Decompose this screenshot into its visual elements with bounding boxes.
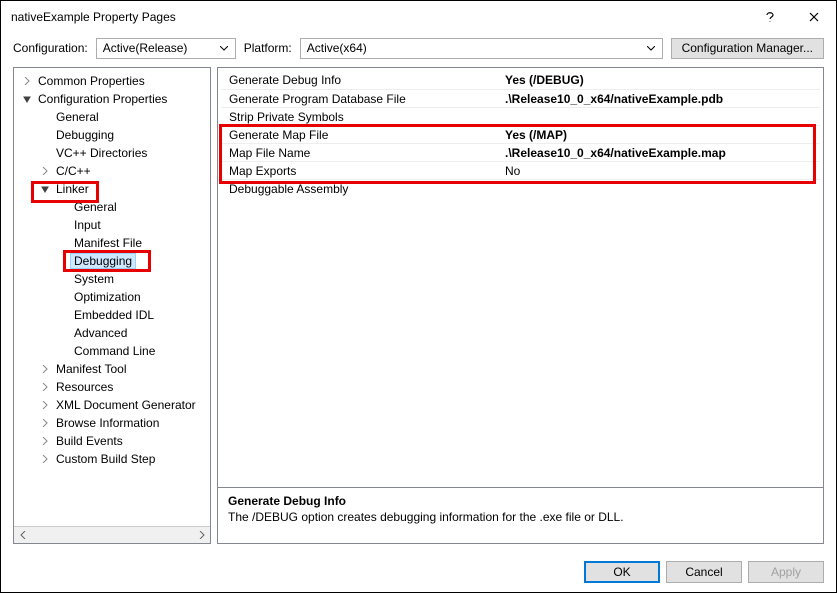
dialog-button-row: OK Cancel Apply	[1, 552, 836, 592]
tree-item-xml-doc-gen[interactable]: XML Document Generator	[14, 396, 210, 414]
tree-item-linker-system[interactable]: System	[14, 270, 210, 288]
scroll-left-icon[interactable]	[14, 527, 31, 544]
tree-panel: Common Properties Configuration Properti…	[13, 67, 211, 544]
property-row[interactable]: Generate Program Database File.\Release1…	[221, 89, 820, 107]
tree-item-build-events[interactable]: Build Events	[14, 432, 210, 450]
property-tree[interactable]: Common Properties Configuration Properti…	[14, 68, 210, 526]
tree-item-custom-build-step[interactable]: Custom Build Step	[14, 450, 210, 468]
chevron-right-icon	[20, 77, 34, 85]
chevron-right-icon	[38, 437, 52, 445]
property-row[interactable]: Debuggable Assembly	[221, 179, 820, 197]
description-title: Generate Debug Info	[228, 494, 813, 508]
tree-item-browse-information[interactable]: Browse Information	[14, 414, 210, 432]
cancel-button[interactable]: Cancel	[666, 561, 742, 583]
property-row[interactable]: Generate Map FileYes (/MAP)	[221, 125, 820, 143]
property-panel: Generate Debug InfoYes (/DEBUG) Generate…	[217, 67, 824, 544]
configuration-bar: Configuration: Active(Release) Platform:…	[1, 33, 836, 63]
tree-item-configuration-properties[interactable]: Configuration Properties	[14, 90, 210, 108]
description-text: The /DEBUG option creates debugging info…	[228, 510, 813, 524]
main-area: Common Properties Configuration Properti…	[1, 63, 836, 552]
tree-item-linker-debugging[interactable]: Debugging	[14, 252, 210, 270]
tree-item-linker-general[interactable]: General	[14, 198, 210, 216]
property-label: Map File Name	[221, 146, 501, 160]
property-label: Generate Map File	[221, 128, 501, 142]
tree-item-linker-cmdline[interactable]: Command Line	[14, 342, 210, 360]
tree-item-linker-embeddedidl[interactable]: Embedded IDL	[14, 306, 210, 324]
property-pages-dialog: nativeExample Property Pages Configurati…	[0, 0, 837, 593]
property-value[interactable]: Yes (/DEBUG)	[501, 73, 820, 87]
platform-combo[interactable]: Active(x64)	[300, 38, 663, 59]
property-label: Generate Debug Info	[221, 73, 501, 87]
chevron-right-icon	[38, 419, 52, 427]
tree-item-linker-optimization[interactable]: Optimization	[14, 288, 210, 306]
chevron-right-icon	[38, 365, 52, 373]
tree-item-resources[interactable]: Resources	[14, 378, 210, 396]
close-button[interactable]	[792, 1, 836, 33]
tree-item-debugging[interactable]: Debugging	[14, 126, 210, 144]
tree-item-linker-advanced[interactable]: Advanced	[14, 324, 210, 342]
tree-item-cc[interactable]: C/C++	[14, 162, 210, 180]
property-row[interactable]: Strip Private Symbols	[221, 107, 820, 125]
scroll-right-icon[interactable]	[193, 527, 210, 544]
chevron-right-icon	[38, 167, 52, 175]
property-label: Map Exports	[221, 164, 501, 178]
property-row[interactable]: Map ExportsNo	[221, 161, 820, 179]
window-title: nativeExample Property Pages	[11, 10, 748, 24]
tree-item-manifest-tool[interactable]: Manifest Tool	[14, 360, 210, 378]
chevron-down-icon	[219, 46, 229, 51]
configuration-manager-button[interactable]: Configuration Manager...	[671, 38, 824, 59]
platform-label: Platform:	[244, 41, 292, 55]
title-bar: nativeExample Property Pages	[1, 1, 836, 33]
apply-button[interactable]: Apply	[748, 561, 824, 583]
tree-item-linker-manifest[interactable]: Manifest File	[14, 234, 210, 252]
ok-button[interactable]: OK	[584, 561, 660, 583]
chevron-down-icon	[38, 185, 52, 193]
configuration-label: Configuration:	[13, 41, 88, 55]
property-label: Debuggable Assembly	[221, 182, 501, 196]
chevron-right-icon	[38, 401, 52, 409]
property-value[interactable]: Yes (/MAP)	[501, 128, 820, 142]
chevron-right-icon	[38, 455, 52, 463]
property-row[interactable]: Map File Name.\Release10_0_x64/nativeExa…	[221, 143, 820, 161]
tree-item-linker[interactable]: Linker	[14, 180, 210, 198]
tree-horizontal-scrollbar[interactable]	[14, 526, 210, 543]
property-grid[interactable]: Generate Debug InfoYes (/DEBUG) Generate…	[218, 68, 823, 487]
tree-item-linker-input[interactable]: Input	[14, 216, 210, 234]
chevron-right-icon	[38, 383, 52, 391]
tree-item-general[interactable]: General	[14, 108, 210, 126]
tree-item-vcpp-directories[interactable]: VC++ Directories	[14, 144, 210, 162]
property-label: Strip Private Symbols	[221, 110, 501, 124]
tree-item-common-properties[interactable]: Common Properties	[14, 72, 210, 90]
property-value[interactable]: .\Release10_0_x64/nativeExample.map	[501, 146, 820, 160]
help-button[interactable]	[748, 1, 792, 33]
property-value[interactable]: .\Release10_0_x64/nativeExample.pdb	[501, 92, 820, 106]
property-row[interactable]: Generate Debug InfoYes (/DEBUG)	[221, 71, 820, 89]
description-panel: Generate Debug Info The /DEBUG option cr…	[218, 487, 823, 543]
configuration-combo[interactable]: Active(Release)	[96, 38, 236, 59]
chevron-down-icon	[20, 95, 34, 103]
property-value[interactable]: No	[501, 164, 820, 178]
chevron-down-icon	[646, 46, 656, 51]
property-label: Generate Program Database File	[221, 92, 501, 106]
